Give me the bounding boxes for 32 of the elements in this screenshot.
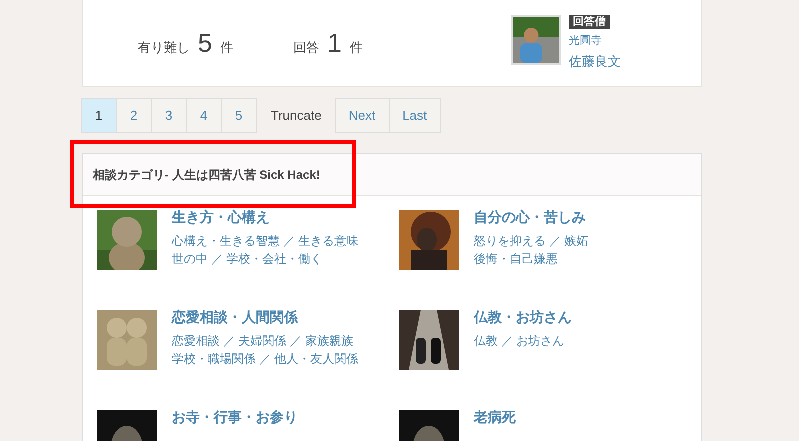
category-links[interactable]: 心構え・生きる智慧 ／ 生きる意味	[172, 232, 359, 250]
role-badge: 回答僧	[569, 15, 610, 29]
stat-label: 回答	[293, 38, 320, 56]
category-links[interactable]: 学校・職場関係 ／ 他人・友人関係	[172, 350, 359, 368]
pagination-button[interactable]: Last	[388, 98, 442, 133]
category-links[interactable]: 世の中 ／ 学校・会社・働く	[172, 250, 359, 268]
category-links[interactable]: 仏教 ／ お坊さん	[474, 332, 572, 350]
stat-label: 有り難し	[138, 38, 190, 56]
pagination-button[interactable]: Next	[334, 98, 390, 133]
panel-title: 相談カテゴリ- 人生は四苦八苦 Sick Hack!	[93, 166, 320, 184]
pagination-button[interactable]: 3	[151, 98, 187, 133]
category-title-link[interactable]: 老病死	[474, 408, 516, 426]
pagination-button[interactable]: 5	[221, 98, 257, 133]
category-title-link[interactable]: お寺・行事・お参り	[172, 408, 298, 426]
stat-unit: 件	[220, 38, 234, 56]
pagination-button[interactable]: 1	[81, 98, 117, 133]
category-links[interactable]: 怒りを抑える ／ 嫉妬	[474, 232, 589, 250]
category-links[interactable]: 後悔・自己嫌悪	[474, 250, 589, 268]
category-title-link[interactable]: 恋愛相談・人間関係	[172, 308, 359, 326]
pagination-button[interactable]: 4	[186, 98, 222, 133]
temple-link[interactable]: 光圓寺	[569, 33, 602, 50]
category-title-link[interactable]: 自分の心・苦しみ	[474, 208, 589, 226]
stat-value: 1	[327, 26, 342, 60]
stat-value: 5	[198, 26, 212, 60]
pagination-truncate: Truncate	[270, 106, 323, 125]
answerer-name-link[interactable]: 佐藤良文	[569, 52, 621, 71]
category-title-link[interactable]: 仏教・お坊さん	[474, 308, 572, 326]
category-links[interactable]: 恋愛相談 ／ 夫婦関係 ／ 家族親族	[172, 332, 359, 350]
stat-unit: 件	[350, 38, 363, 56]
pagination-button[interactable]: 2	[116, 98, 152, 133]
category-title-link[interactable]: 生き方・心構え	[172, 208, 359, 226]
avatar[interactable]	[511, 15, 561, 65]
